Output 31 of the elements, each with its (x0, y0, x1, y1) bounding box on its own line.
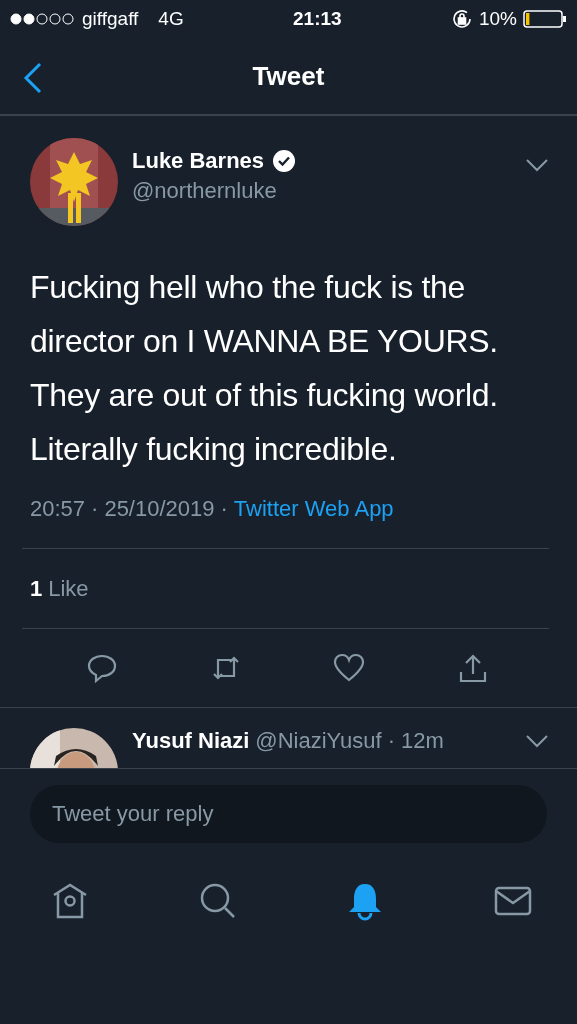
reply-author-name: Yusuf Niazi (132, 728, 250, 754)
like-count: 1 (30, 575, 43, 602)
tweet-date: 25/10/2019 (104, 496, 215, 522)
separator-dot: · (91, 496, 99, 522)
chevron-down-icon (525, 158, 549, 172)
reply-author-handle: @NiaziYusuf (255, 728, 382, 754)
like-label: Like (48, 575, 89, 602)
signal-icon (10, 12, 76, 26)
battery-percent: 10% (479, 8, 517, 30)
reply-age: 12m (400, 728, 444, 754)
separator-dot: · (387, 728, 395, 754)
author-name: Luke Barnes (132, 148, 265, 174)
tweet-text: Fucking hell who the fuck is the director on I WANNA BE YOURS. They are out of this fucking world. Literally fucking incredible. (30, 268, 499, 469)
reply-button[interactable] (85, 652, 118, 684)
like-button[interactable] (333, 652, 366, 684)
separator-dot: · (220, 496, 228, 522)
clock: 21:13 (293, 8, 342, 30)
chevron-down-icon (525, 734, 549, 748)
tweet-time: 20:57 (30, 496, 86, 522)
author-handle: @northernluke (132, 178, 278, 204)
page-title: Tweet (252, 60, 325, 92)
carrier-name: giffgaff (82, 8, 139, 30)
battery-icon (523, 9, 567, 29)
speech-bubble-icon (85, 652, 118, 684)
rotation-lock-icon (451, 8, 473, 30)
reply-input-field[interactable]: Tweet your reply (30, 785, 547, 843)
more-options-button[interactable] (525, 158, 549, 172)
source-link[interactable]: Twitter Web App (233, 496, 394, 522)
network-type: 4G (158, 8, 184, 30)
more-options-button[interactable] (525, 734, 549, 748)
heart-icon (333, 652, 366, 684)
